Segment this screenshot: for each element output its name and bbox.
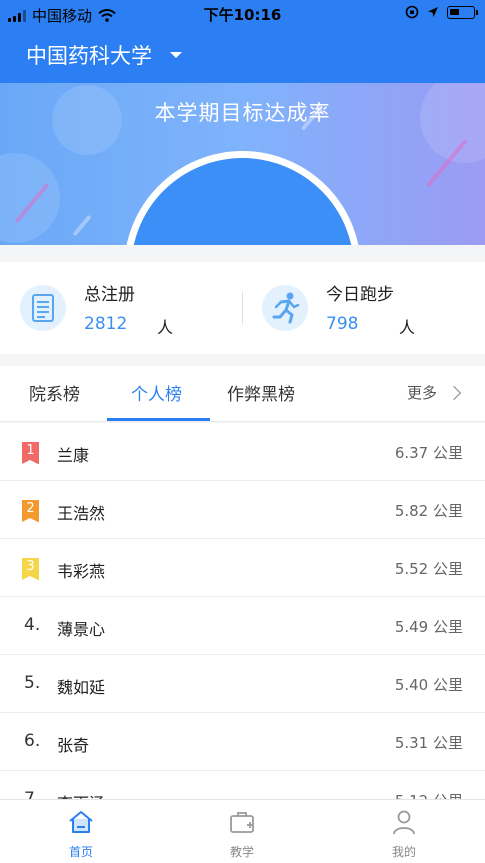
goal-title: 本学期目标达成率 xyxy=(154,101,331,125)
nav-label: 我的 xyxy=(391,845,416,859)
runner-name: 魏如延 xyxy=(57,678,106,697)
rank-number: 6. xyxy=(24,731,41,751)
runner-icon xyxy=(262,285,308,331)
more-button[interactable]: 更多 xyxy=(407,382,462,403)
runner-distance: 5.31 公里 xyxy=(394,734,463,752)
orientation-lock-icon xyxy=(405,5,419,19)
home-icon xyxy=(69,811,93,833)
decor-streak xyxy=(72,214,92,237)
ranking-row[interactable]: 5. 魏如延 5.40 公里 xyxy=(0,655,485,713)
ranking-row[interactable]: 2 王浩然 5.82 公里 xyxy=(0,481,485,539)
more-label: 更多 xyxy=(407,384,438,402)
nav-label: 教学 xyxy=(229,845,254,859)
runner-name: 李雨涵 xyxy=(57,790,105,799)
runner-name: 张奇 xyxy=(57,736,90,755)
stat-unit: 人 xyxy=(399,318,416,337)
nav-teaching[interactable]: 教学 xyxy=(192,800,292,863)
battery-icon xyxy=(447,5,478,19)
stat-value: 798 xyxy=(326,314,359,334)
rank-ribbon-badge: 2 xyxy=(22,500,39,522)
ranking-tabs: 院系榜 个人榜 作弊黑榜 更多 xyxy=(0,366,485,422)
stat-total-registered: 总注册 2812 人 xyxy=(20,262,230,354)
tab-personal[interactable]: 个人榜 xyxy=(131,380,182,405)
bottom-nav: 首页 教学 我的 xyxy=(0,799,485,863)
runner-distance: 5.12 公里 xyxy=(395,790,463,799)
stat-label: 今日跑步 xyxy=(326,285,394,305)
school-name: 中国药科大学 xyxy=(26,44,152,68)
chevron-right-icon xyxy=(446,385,462,400)
stat-label: 总注册 xyxy=(84,285,135,305)
ranking-row[interactable]: 1 兰康 6.37 公里 xyxy=(0,423,485,481)
runner-distance: 6.37 公里 xyxy=(394,444,463,462)
ranking-row[interactable]: 7. 李雨涵 5.12 公里 xyxy=(0,771,485,799)
app-screen: 中国移动 下午10:16 中国药科大学 本学期目标达成率 总注册 2812 人 … xyxy=(0,0,485,863)
status-bar: 中国移动 下午10:16 xyxy=(0,0,485,28)
ranking-list: 1 兰康 6.37 公里 2 王浩然 5.82 公里 3 韦彩燕 5.52 公里… xyxy=(0,423,485,799)
nav-mine[interactable]: 我的 xyxy=(354,800,454,863)
rank-number: 4. xyxy=(24,615,41,635)
user-icon xyxy=(393,810,415,835)
runner-name: 薄景心 xyxy=(57,620,106,639)
ranking-row[interactable]: 3 韦彩燕 5.52 公里 xyxy=(0,539,485,597)
location-arrow-icon xyxy=(428,7,438,17)
nav-home[interactable]: 首页 xyxy=(31,800,131,863)
goal-hero: 本学期目标达成率 0% xyxy=(0,83,485,245)
ranking-row[interactable]: 4. 薄景心 5.49 公里 xyxy=(0,597,485,655)
briefcase-icon xyxy=(230,812,254,833)
decor-bubble xyxy=(0,153,60,243)
active-tab-indicator xyxy=(107,418,210,421)
ranking-row[interactable]: 6. 张奇 5.31 公里 xyxy=(0,713,485,771)
rank-ribbon-badge: 1 xyxy=(22,442,39,464)
rank-number: 5. xyxy=(24,673,41,693)
runner-name: 王浩然 xyxy=(57,504,106,523)
stats-card: 总注册 2812 人 今日跑步 798 人 xyxy=(0,262,485,354)
stat-value: 2812 xyxy=(84,314,128,334)
stat-unit: 人 xyxy=(157,318,174,337)
app-header: 中国药科大学 xyxy=(0,28,485,83)
runner-distance: 5.52 公里 xyxy=(394,560,463,578)
rank-ribbon-badge: 3 xyxy=(22,558,39,580)
tab-department[interactable]: 院系榜 xyxy=(29,380,80,405)
nav-label: 首页 xyxy=(68,845,93,859)
runner-distance: 5.82 公里 xyxy=(394,502,463,520)
runner-name: 兰康 xyxy=(57,446,90,465)
school-selector[interactable]: 中国药科大学 xyxy=(26,40,182,70)
runner-distance: 5.49 公里 xyxy=(394,618,463,636)
rank-number: 7. xyxy=(24,789,41,799)
runner-distance: 5.40 公里 xyxy=(394,676,463,694)
stat-today-running: 今日跑步 798 人 xyxy=(262,262,472,354)
status-right xyxy=(405,5,478,19)
document-icon xyxy=(20,285,66,331)
tab-cheat-blacklist[interactable]: 作弊黑榜 xyxy=(227,380,295,405)
goal-gauge: 0% xyxy=(124,151,361,245)
chevron-down-icon xyxy=(170,52,182,58)
runner-name: 韦彩燕 xyxy=(57,562,106,581)
stats-divider xyxy=(242,291,243,325)
